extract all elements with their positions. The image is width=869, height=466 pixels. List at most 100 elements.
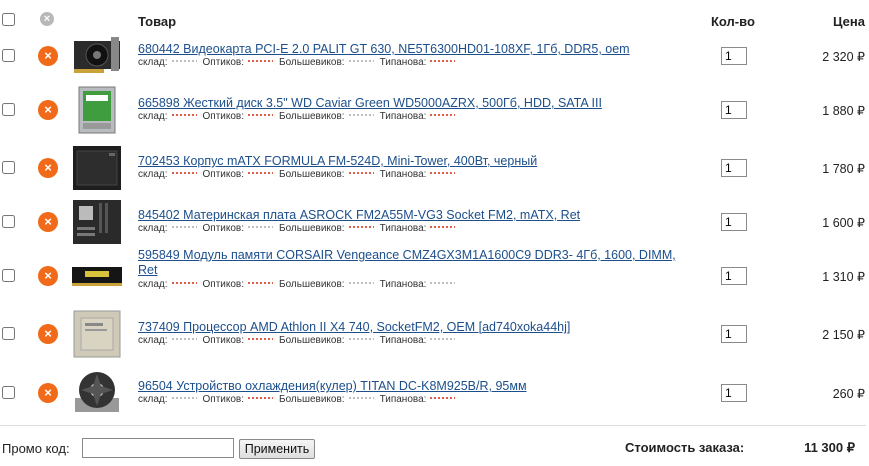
stock-indicator [170,114,197,117]
motherboard-image[interactable] [71,197,123,247]
stock-indicator [170,397,197,400]
cart-row: × 680442 Видеокарта PCI-E 2.0 PALIT GT 6… [0,28,869,84]
remove-item-icon[interactable]: × [38,266,58,286]
stock-indicator [347,282,374,285]
stock-store3-label: Типанова: [379,335,427,346]
stock-indicator [247,172,273,175]
remove-item-icon[interactable]: × [38,324,58,344]
quantity-input[interactable] [721,384,747,402]
stock-indicator [247,397,273,400]
stock-store3-label: Типанова: [379,279,427,290]
product-link[interactable]: 702453 Корпус mATX FORMULA FM-524D, Mini… [138,154,693,169]
stock-indicator [347,114,374,117]
stock-store1-label: Оптиков: [202,279,245,290]
product-link[interactable]: 845402 Материнская плата ASROCK FM2A55M-… [138,208,693,223]
row-checkbox[interactable] [2,215,15,228]
row-checkbox[interactable] [2,49,15,62]
stock-store3-label: Типанова: [379,223,427,234]
stock-indicator [170,226,197,229]
stock-indicator [347,397,374,400]
row-checkbox[interactable] [2,386,15,399]
stock-store1-label: Оптиков: [202,223,245,234]
stock-availability: склад: Оптиков: Большевиков: Типанова: [138,57,461,68]
row-checkbox[interactable] [2,103,15,116]
stock-store2-label: Большевиков: [279,394,345,405]
stock-indicator [429,397,456,400]
quantity-input[interactable] [721,267,747,285]
product-link[interactable]: 665898 Жесткий диск 3.5" WD Caviar Green… [138,96,693,111]
stock-store1-label: Оптиков: [202,169,245,180]
stock-availability: склад: Оптиков: Большевиков: Типанова: [138,223,461,234]
stock-warehouse-label: склад: [138,111,168,122]
stock-store2-label: Большевиков: [279,111,345,122]
row-checkbox[interactable] [2,161,15,174]
stock-indicator [347,172,374,175]
cpu-image[interactable] [71,309,123,359]
stock-indicator [347,226,374,229]
stock-indicator [429,60,456,63]
stock-availability: склад: Оптиков: Большевиков: Типанова: [138,279,461,290]
stock-indicator [347,338,374,341]
apply-promo-button[interactable]: Применить [239,439,315,459]
quantity-input[interactable] [721,213,747,231]
stock-indicator [429,172,456,175]
stock-store1-label: Оптиков: [202,111,245,122]
row-checkbox[interactable] [2,327,15,340]
hdd-image[interactable] [71,85,123,135]
order-total-label: Стоимость заказа: [625,440,745,455]
stock-indicator [170,60,197,63]
row-checkbox[interactable] [2,269,15,282]
cooler-image[interactable] [71,368,123,418]
quantity-input[interactable] [721,101,747,119]
stock-indicator [247,338,273,341]
cart-row: × 845402 Материнская плата ASROCK FM2A55… [0,194,869,250]
product-link[interactable]: 96504 Устройство охлаждения(кулер) TITAN… [138,379,693,394]
stock-store3-label: Типанова: [379,394,427,405]
stock-availability: склад: Оптиков: Большевиков: Типанова: [138,394,461,405]
select-all-checkbox[interactable] [2,13,15,26]
promo-code-label: Промо код: [2,441,70,456]
item-price: 2 150 ₽ [822,328,865,342]
footer-divider [0,425,866,426]
item-price: 1 600 ₽ [822,216,865,230]
quantity-input[interactable] [721,47,747,65]
remove-item-icon[interactable]: × [38,212,58,232]
product-link[interactable]: 595849 Модуль памяти CORSAIR Vengeance C… [138,248,693,278]
qty-column-header: Кол-во [711,14,755,29]
stock-warehouse-label: склад: [138,394,168,405]
cart-row: × 665898 Жесткий диск 3.5" WD Caviar Gre… [0,82,869,138]
order-total-value: 11 300 ₽ [804,440,855,455]
stock-indicator [170,172,197,175]
stock-indicator [429,226,456,229]
cart-row: × 702453 Корпус mATX FORMULA FM-524D, Mi… [0,140,869,196]
gpu-image[interactable] [71,31,123,81]
item-price: 1 880 ₽ [822,104,865,118]
product-link[interactable]: 680442 Видеокарта PCI-E 2.0 PALIT GT 630… [138,42,693,57]
stock-warehouse-label: склад: [138,279,168,290]
quantity-input[interactable] [721,159,747,177]
stock-indicator [429,338,456,341]
item-price: 260 ₽ [832,387,865,401]
stock-warehouse-label: склад: [138,223,168,234]
remove-item-icon[interactable]: × [38,383,58,403]
stock-store1-label: Оптиков: [202,57,245,68]
quantity-input[interactable] [721,325,747,343]
stock-availability: склад: Оптиков: Большевиков: Типанова: [138,335,461,346]
remove-all-icon[interactable]: × [40,12,54,26]
stock-warehouse-label: склад: [138,57,168,68]
case-image[interactable] [71,143,123,193]
stock-store2-label: Большевиков: [279,223,345,234]
remove-item-icon[interactable]: × [38,100,58,120]
stock-indicator [347,60,374,63]
product-link[interactable]: 737409 Процессор AMD Athlon II X4 740, S… [138,320,693,335]
stock-indicator [429,282,456,285]
product-column-header: Товар [138,14,177,29]
stock-store1-label: Оптиков: [202,335,245,346]
stock-store2-label: Большевиков: [279,279,345,290]
remove-item-icon[interactable]: × [38,46,58,66]
cart-row: × 595849 Модуль памяти CORSAIR Vengeance… [0,248,869,304]
remove-item-icon[interactable]: × [38,158,58,178]
item-price: 1 310 ₽ [822,270,865,284]
ram-image[interactable] [71,251,123,301]
promo-code-input[interactable] [82,438,234,458]
